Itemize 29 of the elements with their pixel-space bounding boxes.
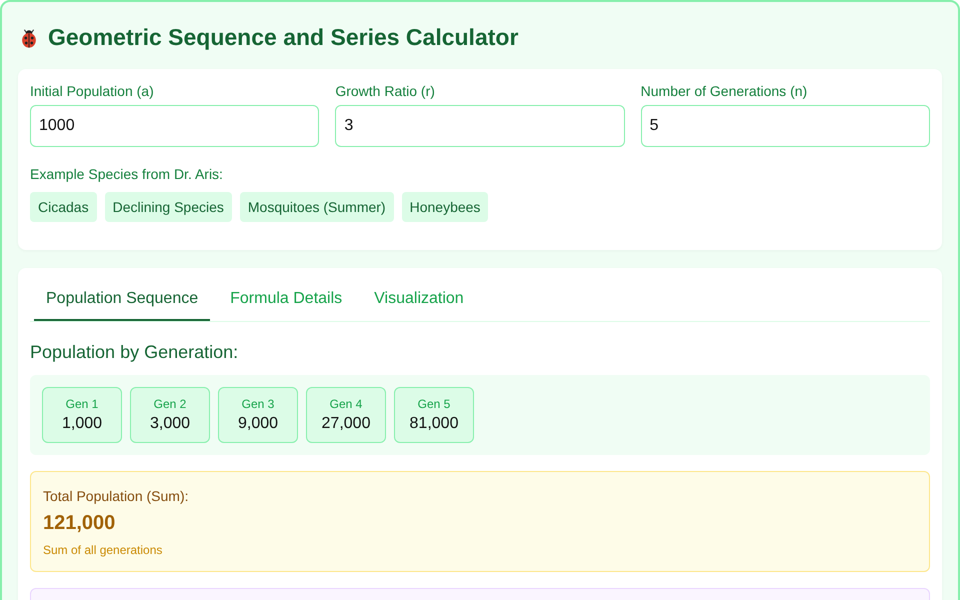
generation-value: 81,000: [410, 415, 458, 433]
generation-value: 1,000: [62, 415, 102, 433]
generation-label: Gen 5: [418, 397, 450, 411]
generation-value: 3,000: [150, 415, 190, 433]
generation-label: Gen 4: [330, 397, 362, 411]
generation-value: 9,000: [238, 415, 278, 433]
total-note: Sum of all generations: [43, 543, 162, 557]
section-heading: Population by Generation:: [30, 342, 240, 363]
tab[interactable]: Formula Details: [218, 278, 354, 321]
species-button[interactable]: Declining Species: [104, 192, 232, 222]
app-title: Geometric Sequence and Series Calculator: [48, 24, 518, 51]
total-label: Total Population (Sum):: [43, 488, 189, 504]
input-field[interactable]: 3: [335, 105, 625, 147]
tab[interactable]: Population Sequence: [34, 278, 210, 321]
generation-label: Gen 2: [154, 397, 186, 411]
species-button[interactable]: Honeybees: [402, 192, 488, 222]
species-button[interactable]: Mosquitoes (Summer): [240, 192, 394, 222]
species-button[interactable]: Cicadas: [30, 192, 97, 222]
input-field[interactable]: 5: [640, 105, 930, 147]
generation-label: Gen 1: [66, 397, 98, 411]
field-label: Initial Population (a): [30, 83, 155, 99]
field-label: Growth Ratio (r): [335, 83, 436, 99]
total-value: 121,000: [43, 512, 116, 535]
field-label: Number of Generations (n): [640, 83, 808, 99]
generation-value: 27,000: [322, 415, 370, 433]
tab[interactable]: Visualization: [362, 278, 476, 321]
generation-label: Gen 3: [242, 397, 274, 411]
input-field[interactable]: 1000: [30, 105, 320, 147]
examples-label: Example Species from Dr. Aris:: [30, 166, 224, 182]
